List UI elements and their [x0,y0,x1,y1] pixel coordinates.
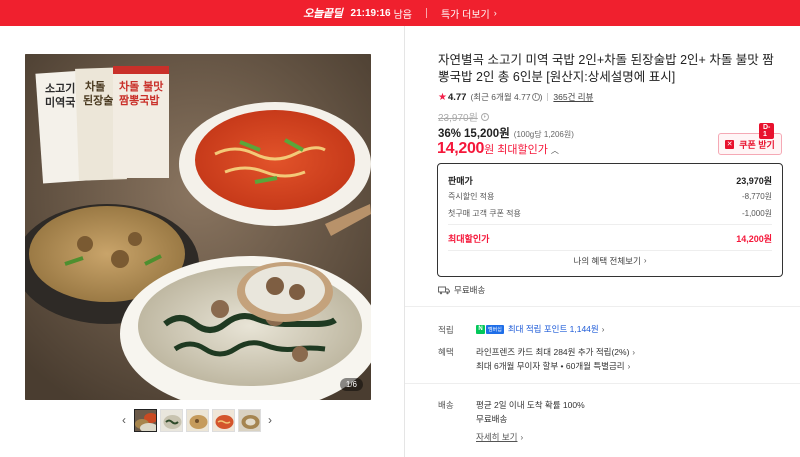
thumbnail-image [186,409,208,431]
coupon-dday-badge: D-1 [759,123,775,139]
chevron-right-icon: › [632,347,636,357]
sale-price-row: 36% 15,200원 (100g당 1,206원) [438,125,574,141]
delivery-label: 배송 [438,400,454,410]
star-icon: ★ [438,91,447,103]
thumbnail-image [134,409,156,431]
thumbnail-4[interactable] [211,408,235,432]
image-counter: 1/6 [339,378,363,391]
unit-price: (100g당 1,206원) [513,130,574,139]
product-photo: 소고기 미역국 차돌 된장술 차돌 불맛 짬뽕국밥 [25,54,371,400]
svg-text:미역국: 미역국 [45,95,75,109]
chevron-right-icon: › [493,8,497,18]
price-row-label: 즉시할인 적용 [448,192,495,201]
price-row-value: -8,770원 [741,192,772,201]
price-row-sale: 판매가 23,970원 [448,174,772,187]
thumbnail-strip: ‹ › [116,407,278,433]
thumbnail-prev-button[interactable]: ‹ [116,407,132,433]
chevron-right-icon: › [601,324,605,334]
price-info-icon[interactable]: i [480,112,489,121]
delivery-details-label: 자세히 보기 [476,432,518,442]
view-all-benefits-label: 나의 혜택 전체보기 [573,255,641,266]
card-benefit-text: 라인프렌즈 카드 최대 284원 추가 적립(2%) [476,347,630,357]
rating-score: 4.77 [447,91,467,103]
original-price-row: 23,970원 i [438,109,489,124]
coupon-label: 쿠폰 받기 [739,139,775,150]
delivery-fee: 무료배송 [476,414,508,424]
price-row-total: 최대할인가 14,200원 [448,232,772,245]
installment-link[interactable]: 최대 6개월 무이자 할부 • 60개월 특별금리 › [476,360,630,372]
delivery-estimate: 평균 2일 이내 도착 확률 100% [476,400,585,410]
more-deals-link[interactable]: 특가 더보기 › [441,6,497,21]
price-box-divider [448,224,772,225]
rating-row: ★ 4.77 (최근 6개월 4.77 i ) 365건 리뷰 [438,91,593,103]
thumbnail-3[interactable] [185,408,209,432]
rating-detail: (최근 6개월 4.77 [470,92,531,102]
thumbnail-image [160,409,182,431]
svg-text:소고기: 소고기 [45,81,75,95]
chevron-up-icon: ︿ [550,146,559,155]
svg-text:차돌 불맛: 차돌 불맛 [119,79,163,93]
price-row-value: -1,000원 [741,209,772,218]
best-price-currency: 원 [484,144,495,156]
points-link[interactable]: N 멤버십 최대 적립 포인트 1,144원 › [476,323,604,335]
discount-percent: 36% [438,128,462,140]
free-shipping-label: 무료배송 [454,285,486,295]
thumbnail-image [238,409,260,431]
price-row-value: 23,970원 [736,176,772,186]
best-price-label: 최대할인가 [497,144,548,156]
deal-timer-suffix: 남음 [393,9,412,21]
price-row-first-coupon: 첫구매 고객 쿠폰 적용 -1,000원 [448,208,772,219]
price-breakdown-box: 판매가 23,970원 즉시할인 적용 -8,770원 첫구매 고객 쿠폰 적용… [437,163,783,277]
deal-timer: 21:19:16 [350,7,391,19]
product-main-image[interactable]: 소고기 미역국 차돌 된장술 차돌 불맛 짬뽕국밥 1/6 [25,54,371,400]
delivery-details-link[interactable]: 자세히 보기 › [476,431,523,443]
section-divider [405,306,800,307]
column-divider [404,26,405,457]
npay-badge: N 멤버십 [476,324,504,334]
npay-membership-icon: 멤버십 [486,324,504,334]
npay-n-icon: N [476,324,485,334]
sale-price: 15,200원 [464,128,510,140]
truck-icon [438,286,450,294]
coupon-icon: ✕ [725,139,735,149]
svg-text:짬뽕국밥: 짬뽕국밥 [119,93,159,107]
product-title: 자연별곡 소고기 미역 국밥 2인+차돌 된장술밥 2인+ 차돌 불맛 짬뽕국밥… [438,53,774,84]
rating-detail-close: ) [539,92,543,102]
price-total-value: 14,200원 [736,234,772,244]
installment-text: 최대 6개월 무이자 할부 • 60개월 특별금리 [476,361,625,371]
price-total-label: 최대할인가 [448,234,490,244]
thumbnail-2[interactable] [159,408,183,432]
points-text: 최대 적립 포인트 1,144원 [507,324,599,334]
free-shipping-badge: 무료배송 [438,284,485,296]
rating-divider [547,93,549,101]
best-price-amount: 14,200 [437,140,485,157]
thumbnail-image [212,409,234,431]
price-row-instant-discount: 즉시할인 적용 -8,770원 [448,191,772,202]
reviews-link[interactable]: 365건 리뷰 [553,91,593,103]
points-label: 적립 [438,325,454,335]
price-row-label: 첫구매 고객 쿠폰 적용 [448,209,521,218]
best-price-toggle[interactable]: 14,200 원 최대할인가 ︿ [437,140,559,158]
svg-text:된장술: 된장술 [83,93,113,107]
info-icon[interactable]: i [531,93,540,101]
svg-text:차돌: 차돌 [85,79,105,93]
banner-divider [425,8,427,18]
chevron-right-icon: › [643,256,647,265]
more-deals-label: 특가 더보기 [440,9,490,21]
thumbnail-next-button[interactable]: › [262,407,278,433]
chevron-right-icon: › [520,432,524,442]
deal-banner: 오늘끝딜 21:19:16 남음 특가 더보기 › [0,0,800,26]
view-all-benefits-link[interactable]: 나의 혜택 전체보기 › [448,250,772,270]
thumbnail-5[interactable] [237,408,261,432]
chevron-right-icon: › [627,361,631,371]
card-benefit-link[interactable]: 라인프렌즈 카드 최대 284원 추가 적립(2%) › [476,346,635,358]
benefit-label: 혜택 [438,347,454,357]
original-price: 23,970원 [438,113,478,124]
thumbnail-1[interactable] [133,408,157,432]
price-row-label: 판매가 [448,176,473,186]
section-divider [405,383,800,384]
deal-brand: 오늘끝딜 [303,8,343,20]
